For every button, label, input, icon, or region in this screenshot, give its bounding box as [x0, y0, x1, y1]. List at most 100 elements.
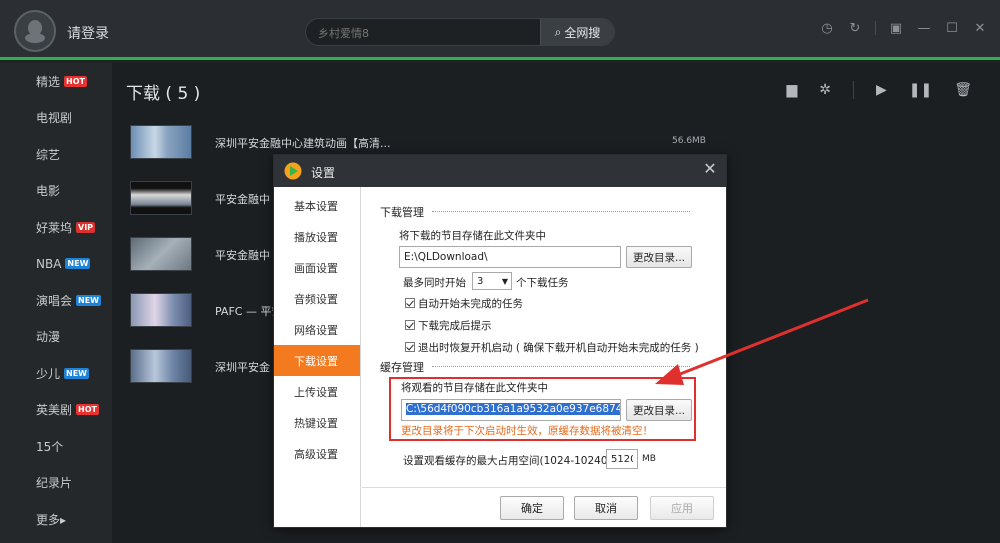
close-icon[interactable]: ✕	[972, 20, 988, 36]
penguin-icon	[25, 20, 45, 43]
settings-nav: 基本设置 播放设置 画面设置 音频设置 网络设置 下载设置 上传设置 热键设置 …	[274, 187, 361, 527]
download-section-title: 下载管理	[380, 206, 424, 219]
chevron-down-icon: ▼	[501, 276, 508, 286]
settings-nav-download[interactable]: 下载设置	[274, 345, 360, 376]
sidebar-item-label: 好莱坞	[36, 220, 73, 235]
vip-badge: VIP	[76, 221, 96, 233]
settings-body: 下载管理 将下载的节目存储在此文件夹中 更改目录... 最多同时开始 3 ▼ 个…	[362, 187, 726, 487]
page-title: 下载 ( 5 )	[126, 84, 201, 104]
minimize-icon[interactable]: —	[916, 20, 932, 36]
restore-label: 退出时恢复开机启动 ( 确保下载开机自动开始未完成的任务 )	[418, 342, 699, 354]
video-thumbnail	[130, 125, 192, 159]
sidebar-item-documentary[interactable]: 纪录片	[0, 465, 112, 502]
settings-nav-video[interactable]: 画面设置	[274, 252, 360, 283]
search-box: ⌕ 全网搜	[305, 18, 615, 46]
settings-nav-advanced[interactable]: 高级设置	[274, 438, 360, 469]
sidebar: 精选 HOT 电视剧 综艺 电影 好莱坞 VIP NBA NEW 演唱会 NEW 动漫 …	[0, 63, 112, 543]
auto-resume-checkbox[interactable]	[405, 298, 415, 308]
video-thumbnail	[130, 237, 192, 271]
new-badge: NEW	[76, 294, 101, 306]
settings-dialog: 设置 ✕ 基本设置 播放设置 画面设置 音频设置 网络设置 下载设置 上传设置 …	[273, 154, 727, 528]
max-tasks-value: 3	[477, 275, 484, 287]
ok-button[interactable]: 确定	[500, 496, 564, 520]
sidebar-item-us-uk[interactable]: 英美剧 HOT	[0, 392, 112, 429]
sidebar-item-variety[interactable]: 综艺	[0, 136, 112, 173]
auto-resume-label: 自动开始未完成的任务	[418, 298, 523, 310]
settings-nav-playback[interactable]: 播放设置	[274, 221, 360, 252]
change-download-dir-button[interactable]: 更改目录...	[626, 246, 692, 268]
download-toolbar: ▆ ✲ ▶ ❚❚ 🗑	[786, 81, 972, 99]
hot-badge: HOT	[64, 75, 87, 87]
video-thumbnail	[130, 181, 192, 215]
maximize-icon[interactable]: ☐	[944, 20, 960, 36]
cache-size-input[interactable]	[606, 449, 638, 469]
dialog-footer: 确定 取消 应用	[362, 487, 726, 527]
app-logo-icon	[284, 162, 302, 180]
refresh-icon[interactable]: ↻	[847, 20, 863, 36]
trash-icon[interactable]: 🗑	[954, 82, 972, 98]
sidebar-item-label: 少儿	[36, 366, 61, 381]
avatar[interactable]	[14, 10, 56, 52]
sidebar-item-15[interactable]: 15个	[0, 428, 112, 465]
new-badge: NEW	[64, 367, 89, 379]
download-dir-label: 将下载的节目存储在此文件夹中	[399, 230, 546, 242]
restore-checkbox[interactable]	[405, 342, 415, 352]
top-bar: 请登录 ⌕ 全网搜 ◷ ↻ ▣ — ☐ ✕	[0, 0, 1000, 60]
sidebar-item-anime[interactable]: 动漫	[0, 319, 112, 356]
sidebar-item-label: NBA	[36, 256, 62, 271]
search-input[interactable]	[318, 24, 538, 42]
dialog-title: 设置	[311, 166, 336, 180]
divider	[432, 366, 690, 367]
sidebar-item-concerts[interactable]: 演唱会 NEW	[0, 282, 112, 319]
sidebar-item-label: 电影	[36, 184, 61, 199]
sidebar-item-hollywood[interactable]: 好莱坞 VIP	[0, 209, 112, 246]
video-thumbnail	[130, 293, 192, 327]
sidebar-item-label: 更多▸	[36, 512, 67, 527]
play-icon[interactable]: ▶	[876, 82, 887, 98]
history-icon[interactable]: ◷	[819, 20, 835, 36]
mini-mode-icon[interactable]: ▣	[888, 20, 904, 36]
settings-nav-basic[interactable]: 基本设置	[274, 190, 360, 221]
dialog-close-icon[interactable]: ✕	[702, 161, 718, 177]
notify-label: 下载完成后提示	[418, 320, 492, 332]
sidebar-item-label: 综艺	[36, 147, 61, 162]
login-link[interactable]: 请登录	[67, 23, 109, 43]
notify-checkbox[interactable]	[405, 320, 415, 330]
download-title: 平安金融中	[215, 249, 270, 262]
cache-size-label: 设置观看缓存的最大占用空间(1024-10240)	[403, 455, 612, 467]
search-button-label: 全网搜	[564, 25, 601, 40]
download-title: 平安金融中	[215, 193, 270, 206]
sidebar-item-label: 电视剧	[36, 111, 73, 126]
settings-nav-audio[interactable]: 音频设置	[274, 283, 360, 314]
sidebar-item-featured[interactable]: 精选 HOT	[0, 63, 112, 100]
gear-icon[interactable]: ✲	[819, 82, 831, 98]
sidebar-item-label: 15个	[36, 439, 64, 454]
settings-nav-upload[interactable]: 上传设置	[274, 376, 360, 407]
sidebar-item-label: 精选	[36, 74, 61, 89]
sidebar-item-kids[interactable]: 少儿 NEW	[0, 355, 112, 392]
download-title: 深圳平安金	[215, 361, 270, 374]
highlight-box	[389, 377, 696, 441]
hot-badge: HOT	[76, 404, 99, 416]
sidebar-item-label: 动漫	[36, 330, 61, 345]
search-button[interactable]: ⌕ 全网搜	[540, 19, 614, 45]
divider	[875, 21, 876, 35]
folder-icon[interactable]: ▆	[786, 82, 797, 98]
cancel-button[interactable]: 取消	[574, 496, 638, 520]
sidebar-item-tv[interactable]: 电视剧	[0, 100, 112, 137]
cache-section-title: 缓存管理	[380, 361, 424, 374]
pause-icon[interactable]: ❚❚	[909, 82, 932, 98]
sidebar-item-nba[interactable]: NBA NEW	[0, 246, 112, 283]
sidebar-item-label: 演唱会	[36, 293, 73, 308]
max-tasks-select[interactable]: 3 ▼	[472, 272, 512, 290]
sidebar-item-more[interactable]: 更多▸	[0, 501, 112, 538]
apply-button[interactable]: 应用	[650, 496, 714, 520]
download-dir-input[interactable]	[399, 246, 621, 268]
settings-nav-hotkeys[interactable]: 热键设置	[274, 407, 360, 438]
sidebar-item-movies[interactable]: 电影	[0, 173, 112, 210]
download-size: 56.6MB	[672, 136, 706, 146]
settings-nav-network[interactable]: 网络设置	[274, 314, 360, 345]
max-tasks-suffix: 个下载任务	[516, 277, 569, 289]
divider	[432, 211, 690, 212]
dialog-header: 设置 ✕	[274, 155, 726, 187]
